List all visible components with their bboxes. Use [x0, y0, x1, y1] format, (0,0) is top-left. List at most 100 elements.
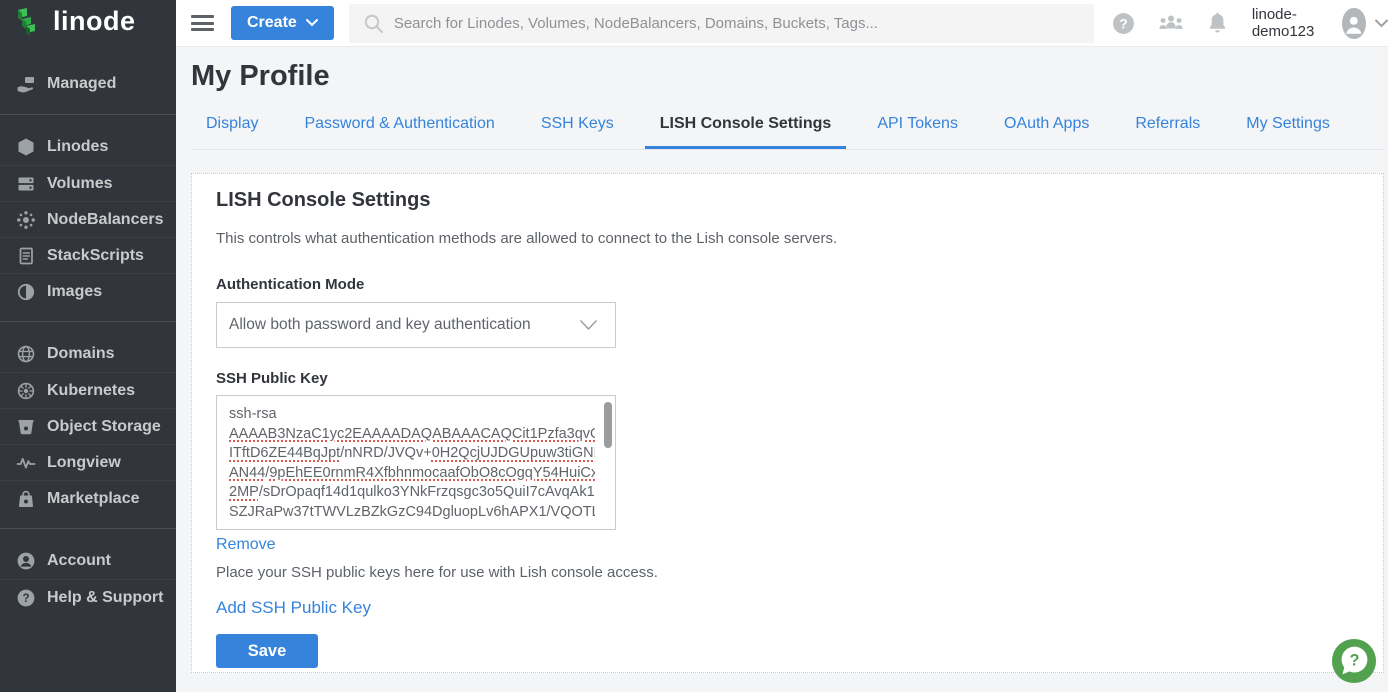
- sidebar-item-linodes[interactable]: Linodes: [0, 129, 176, 165]
- help-circle-icon[interactable]: ?: [1112, 12, 1135, 35]
- sidebar-item-images[interactable]: Images: [0, 273, 176, 309]
- ssh-key-line: SZJRaPw37tTWVLzBZkGzC94DgluopLv6hAPX1/VQ…: [229, 503, 595, 523]
- tab-my-settings[interactable]: My Settings: [1231, 115, 1345, 149]
- linode-logo[interactable]: linode: [0, 0, 176, 47]
- sidebar-item-longview[interactable]: Longview: [0, 444, 176, 480]
- ssh-key-line: 2MP/sDrOpaqf14d1qulko3YNkFrzqsgc3o5QuiI7…: [229, 483, 595, 503]
- sidebar-item-label: Help & Support: [47, 589, 163, 607]
- auth-mode-label: Authentication Mode: [216, 276, 1359, 293]
- linodes-icon: [15, 136, 37, 158]
- username: linode-demo123: [1252, 6, 1334, 40]
- stackscripts-icon: [15, 245, 37, 267]
- hamburger-menu-icon[interactable]: [191, 15, 214, 31]
- ssh-key-line: AAAAB3NzaC1yc2EAAAADAQABAAACAQCit1Pzfa3q…: [229, 425, 595, 445]
- chevron-down-icon: [306, 19, 318, 27]
- remove-key-link[interactable]: Remove: [216, 536, 276, 554]
- linode-logo-icon: [14, 7, 44, 39]
- notifications-bell-icon[interactable]: [1207, 12, 1228, 35]
- sidebar-item-label: Domains: [47, 345, 115, 363]
- search-icon: [363, 13, 384, 34]
- marketplace-icon: [15, 488, 37, 510]
- sidebar-group: Linodes Volumes NodeBalancers StackScripts I…: [0, 129, 176, 309]
- svg-text:?: ?: [1350, 651, 1360, 669]
- sidebar-item-stackscripts[interactable]: StackScripts: [0, 237, 176, 273]
- panel-description: This controls what authentication method…: [216, 230, 1359, 247]
- sidebar-item-label: Images: [47, 283, 102, 301]
- ssh-key-label: SSH Public Key: [216, 370, 1359, 387]
- sidebar-item-label: Volumes: [47, 175, 113, 193]
- ssh-key-textarea[interactable]: ssh-rsaAAAAB3NzaC1yc2EAAAADAQABAAACAQCit…: [216, 395, 616, 530]
- nodebalancers-icon: [15, 209, 37, 231]
- svg-text:?: ?: [1119, 16, 1127, 31]
- add-ssh-key-link[interactable]: Add SSH Public Key: [216, 598, 371, 618]
- user-menu[interactable]: linode-demo123: [1252, 6, 1388, 40]
- sidebar-item-nodebalancers[interactable]: NodeBalancers: [0, 201, 176, 237]
- sidebar-group: Account? Help & Support: [0, 543, 176, 615]
- chevron-down-icon: [580, 320, 597, 331]
- sidebar-item-marketplace[interactable]: Marketplace: [0, 480, 176, 516]
- sidebar-group: Domains Kubernetes Object Storage Longview M…: [0, 336, 176, 516]
- sidebar-item-label: Managed: [47, 75, 116, 93]
- sidebar-item-help-support[interactable]: ? Help & Support: [0, 579, 176, 615]
- sidebar-item-account[interactable]: Account: [0, 543, 176, 579]
- main-content: My Profile Display Password & Authenticat…: [176, 47, 1388, 692]
- auth-mode-value: Allow both password and key authenticati…: [229, 316, 531, 334]
- sidebar-divider: [0, 321, 176, 322]
- domains-icon: [15, 343, 37, 365]
- sidebar-item-kubernetes[interactable]: Kubernetes: [0, 372, 176, 408]
- profile-tabs: Display Password & Authentication SSH Keys…: [191, 115, 1384, 150]
- top-bar-icons: ?: [1112, 12, 1228, 35]
- help-icon: ?: [15, 587, 37, 609]
- tab-api-tokens[interactable]: API Tokens: [862, 115, 973, 149]
- auth-mode-select[interactable]: Allow both password and key authenticati…: [216, 302, 616, 348]
- brand-name: linode: [53, 6, 136, 37]
- community-icon[interactable]: [1157, 12, 1185, 35]
- managed-icon: [15, 73, 37, 95]
- tab-display[interactable]: Display: [191, 115, 273, 149]
- lish-settings-panel: LISH Console Settings This controls what…: [191, 173, 1384, 673]
- chevron-down-icon: [1375, 19, 1388, 28]
- tab-oauth-apps[interactable]: OAuth Apps: [989, 115, 1104, 149]
- tab-lish-console-settings[interactable]: LISH Console Settings: [645, 115, 847, 149]
- sidebar-item-volumes[interactable]: Volumes: [0, 165, 176, 201]
- sidebar-item-object-storage[interactable]: Object Storage: [0, 408, 176, 444]
- sidebar-divider: [0, 528, 176, 529]
- textarea-scrollbar-thumb[interactable]: [604, 402, 612, 448]
- tab-referrals[interactable]: Referrals: [1120, 115, 1215, 149]
- avatar: [1342, 8, 1366, 39]
- tab-password-authentication[interactable]: Password & Authentication: [289, 115, 509, 149]
- sidebar-item-label: Longview: [47, 454, 121, 472]
- kubernetes-icon: [15, 380, 37, 402]
- ssh-key-line: AN44/9pEhEE0rnmR4XfbhnmocaafObO8cOgqY54H…: [229, 464, 595, 484]
- panel-title: LISH Console Settings: [216, 189, 1359, 212]
- ssh-key-line: ITftD6ZE44BqJpt/nNRD/JVQv+0H2QcjUJDGUpuw…: [229, 444, 595, 464]
- sidebar-group: Managed: [0, 66, 176, 102]
- save-button[interactable]: Save: [216, 634, 318, 668]
- ssh-key-text: ssh-rsaAAAAB3NzaC1yc2EAAAADAQABAAACAQCit…: [217, 396, 615, 522]
- sidebar: Managed Linodes Volumes NodeBalancers StackS…: [0, 47, 176, 692]
- search-input[interactable]: [394, 15, 1080, 32]
- live-help-button[interactable]: ?: [1331, 638, 1377, 684]
- sidebar-item-label: Linodes: [47, 138, 108, 156]
- sidebar-divider: [0, 114, 176, 115]
- top-bar: linode Create ?: [0, 0, 1388, 47]
- page-title: My Profile: [191, 60, 1388, 93]
- ssh-key-help-text: Place your SSH public keys here for use …: [216, 564, 1359, 581]
- tab-ssh-keys[interactable]: SSH Keys: [526, 115, 629, 149]
- sidebar-item-label: Marketplace: [47, 490, 140, 508]
- sidebar-item-label: Kubernetes: [47, 382, 135, 400]
- sidebar-item-label: Account: [47, 552, 111, 570]
- sidebar-item-label: NodeBalancers: [47, 211, 164, 229]
- linode-cloud-manager: linode Create ?: [0, 0, 1388, 692]
- images-icon: [15, 281, 37, 303]
- ssh-key-line: ssh-rsa: [229, 405, 595, 425]
- sidebar-item-label: Object Storage: [47, 418, 161, 436]
- sidebar-item-domains[interactable]: Domains: [0, 336, 176, 372]
- global-search[interactable]: [349, 4, 1094, 43]
- account-icon: [15, 550, 37, 572]
- longview-icon: [15, 452, 37, 474]
- svg-text:?: ?: [22, 593, 29, 605]
- sidebar-item-managed[interactable]: Managed: [0, 66, 176, 102]
- volumes-icon: [15, 173, 37, 195]
- create-button[interactable]: Create: [231, 6, 334, 40]
